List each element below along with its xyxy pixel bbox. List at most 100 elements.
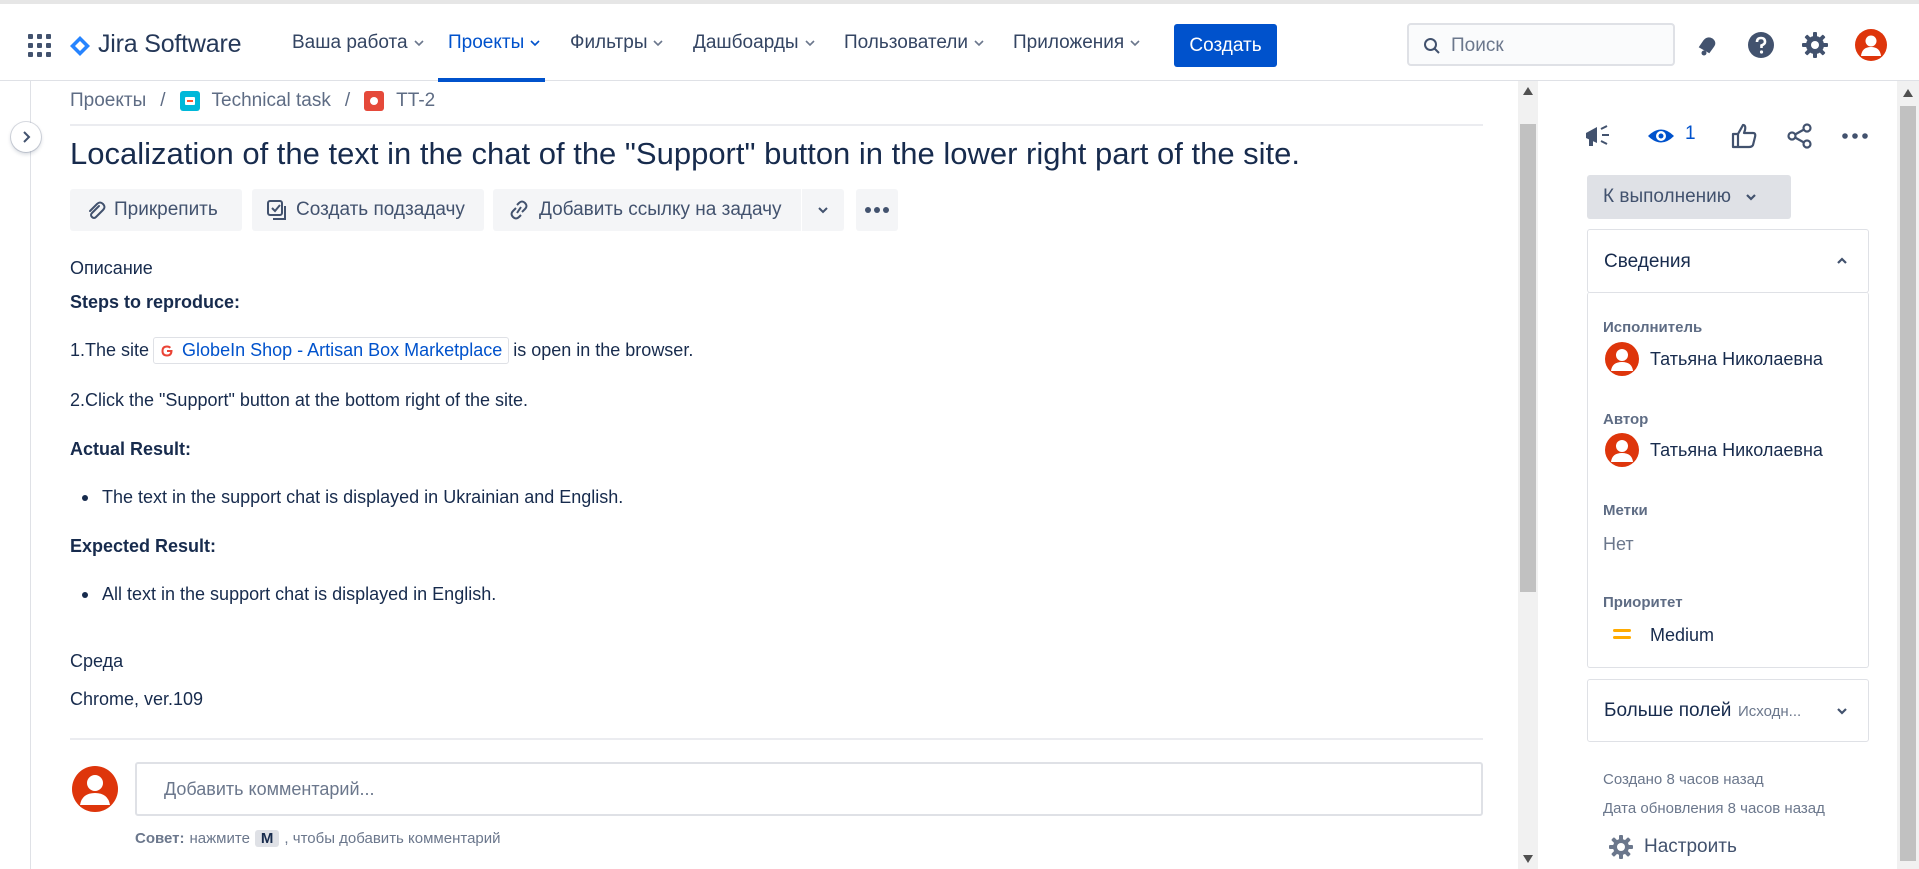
nav-your-work[interactable]: Ваша работа <box>292 32 424 54</box>
more-fields-hint: Исходн... <box>1738 703 1802 720</box>
updated-time: Дата обновления 8 часов назад <box>1603 800 1825 817</box>
tip-text: нажмите <box>189 830 250 847</box>
details-header[interactable]: Сведения <box>1587 229 1869 293</box>
nav-projects[interactable]: Проекты <box>448 32 540 54</box>
left-sidebar-collapsed <box>0 81 31 869</box>
page-scrollbar[interactable] <box>1897 81 1919 869</box>
chevron-down-icon <box>1130 40 1140 47</box>
divider <box>70 124 1483 126</box>
subtask-icon <box>267 200 286 220</box>
list-bullet <box>82 495 88 501</box>
steps-heading: Steps to reproduce: <box>70 292 241 312</box>
smart-link[interactable]: GlobeIn Shop - Artisan Box Marketplace <box>153 337 510 364</box>
description-heading: Описание <box>70 258 153 278</box>
labels-label: Метки <box>1603 502 1648 519</box>
nav-filters[interactable]: Фильтры <box>570 32 664 54</box>
smart-link-title: GlobeIn Shop - Artisan Box Marketplace <box>182 340 503 360</box>
link-icon <box>510 200 528 220</box>
create-button[interactable]: Создать <box>1174 24 1277 67</box>
expand-sidebar-button[interactable] <box>11 122 41 152</box>
gear-icon <box>1609 835 1633 859</box>
priority-value[interactable]: Medium <box>1650 625 1714 646</box>
create-subtask-button[interactable]: Создать подзадачу <box>252 189 484 231</box>
breadcrumb-project[interactable]: Technical task <box>212 90 331 112</box>
actual-result-item: The text in the support chat is displaye… <box>102 487 624 507</box>
chevron-down-icon <box>805 40 815 47</box>
nav-label: Приложения <box>1013 32 1125 53</box>
bug-icon <box>364 91 385 111</box>
chevron-down-icon <box>1746 194 1756 201</box>
nav-people[interactable]: Пользователи <box>844 32 984 54</box>
chevron-down-icon <box>530 40 540 47</box>
step-2: 2.Click the "Support" button at the bott… <box>70 390 529 410</box>
priority-medium-icon <box>1613 629 1631 639</box>
apps-grid-icon[interactable] <box>28 34 52 58</box>
user-avatar-icon[interactable] <box>1855 29 1887 61</box>
environment-value[interactable]: Chrome, ver.109 <box>70 689 203 710</box>
assignee-name[interactable]: Татьяна Николаевна <box>1650 349 1823 370</box>
breadcrumb-projects[interactable]: Проекты <box>70 90 146 112</box>
watch-count[interactable]: 1 <box>1685 123 1696 145</box>
feedback-icon[interactable] <box>1583 121 1613 151</box>
top-navigation: Jira Software Ваша работа Проекты Фильтр… <box>0 0 1919 82</box>
subtask-label: Создать подзадачу <box>296 199 465 220</box>
user-avatar-icon <box>72 766 118 812</box>
share-icon[interactable] <box>1785 121 1815 151</box>
add-comment-input[interactable]: Добавить комментарий... <box>135 762 1483 816</box>
chevron-right-icon <box>23 131 31 143</box>
status-label: К выполнению <box>1603 186 1732 207</box>
comment-placeholder: Добавить комментарий... <box>164 779 375 799</box>
main-scrollbar[interactable] <box>1518 81 1538 869</box>
settings-icon[interactable] <box>1800 30 1830 60</box>
step-1: 1.The site GlobeIn Shop - Artisan Box Ma… <box>70 337 693 364</box>
configure-button[interactable]: Настроить <box>1608 834 1737 860</box>
expected-result-heading: Expected Result: <box>70 536 217 556</box>
more-icon[interactable] <box>1840 121 1870 151</box>
nav-apps[interactable]: Приложения <box>1013 32 1140 54</box>
link-issue-dropdown[interactable] <box>802 189 844 231</box>
nav-label: Проекты <box>448 32 525 53</box>
breadcrumb-separator: / <box>160 90 166 111</box>
product-name[interactable]: Jira Software <box>98 30 241 59</box>
reporter-name[interactable]: Татьяна Николаевна <box>1650 440 1823 461</box>
nav-label: Ваша работа <box>292 32 408 53</box>
scrollbar-thumb[interactable] <box>1520 124 1536 592</box>
configure-label: Настроить <box>1644 836 1737 857</box>
status-dropdown[interactable]: К выполнению <box>1587 175 1791 219</box>
priority-label: Приоритет <box>1603 594 1683 611</box>
watch-icon[interactable] <box>1646 121 1676 151</box>
more-icon <box>865 207 889 213</box>
like-icon[interactable] <box>1729 121 1759 151</box>
reporter-label: Автор <box>1603 411 1649 428</box>
notification-icon[interactable] <box>1692 30 1722 60</box>
issue-title[interactable]: Localization of the text in the chat of … <box>70 136 1300 172</box>
help-icon[interactable] <box>1746 30 1776 60</box>
jira-logo-icon[interactable] <box>69 35 91 57</box>
user-avatar-icon <box>1605 342 1639 376</box>
breadcrumb: Проекты / Technical task / TT-2 <box>70 90 435 112</box>
breadcrumb-issue-key[interactable]: TT-2 <box>396 90 435 112</box>
expected-result-item: All text in the support chat is displaye… <box>102 584 497 604</box>
search-input[interactable]: Поиск <box>1407 23 1675 66</box>
list-bullet <box>82 592 88 598</box>
google-icon <box>161 345 173 356</box>
tip-text: , чтобы добавить комментарий <box>284 830 501 847</box>
attachment-icon <box>89 201 106 219</box>
step-1-suffix: is open in the browser. <box>513 340 694 360</box>
more-actions-button[interactable] <box>856 189 898 231</box>
link-label: Добавить ссылку на задачу <box>539 199 782 220</box>
more-fields-toggle[interactable]: Больше полей Исходн... <box>1587 679 1869 742</box>
scrollbar-thumb[interactable] <box>1900 106 1916 861</box>
attach-label: Прикрепить <box>114 199 218 220</box>
scroll-down-arrow-icon <box>1523 855 1533 863</box>
attach-button[interactable]: Прикрепить <box>70 189 242 231</box>
search-icon <box>1424 38 1440 54</box>
comment-tip: Совет: нажмите M , чтобы добавить коммен… <box>135 830 501 847</box>
nav-dashboards[interactable]: Дашбоарды <box>693 32 815 54</box>
labels-value[interactable]: Нет <box>1603 534 1634 555</box>
project-icon <box>179 91 200 111</box>
nav-label: Дашбоарды <box>693 32 799 53</box>
created-time: Создано 8 часов назад <box>1603 771 1764 788</box>
link-issue-button[interactable]: Добавить ссылку на задачу <box>493 189 801 231</box>
chevron-down-icon <box>974 40 984 47</box>
